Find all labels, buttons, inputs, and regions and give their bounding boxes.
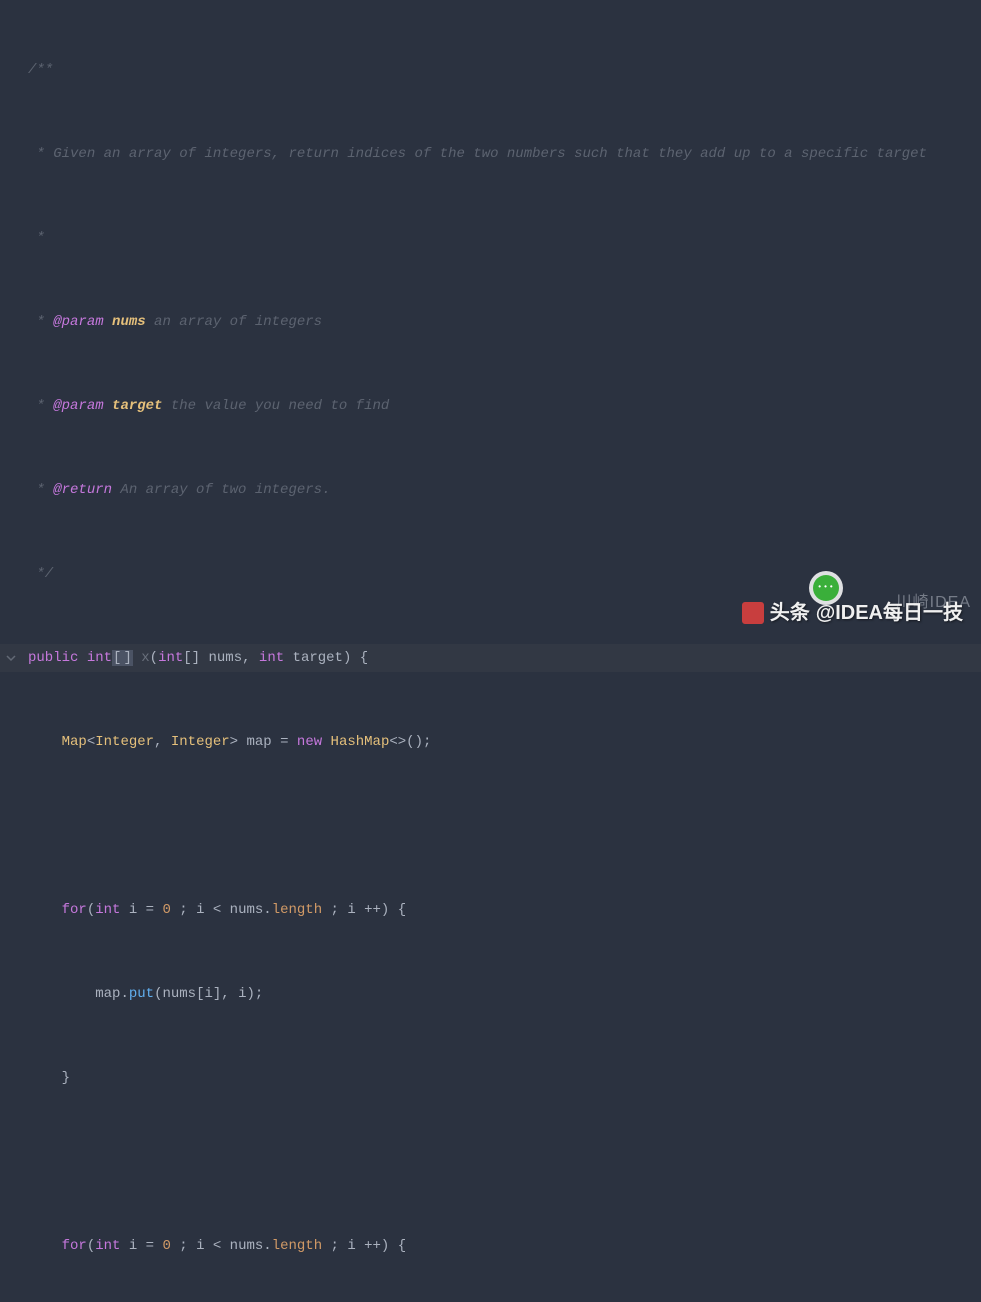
code-line: * @param target the value you need to fi… bbox=[0, 392, 981, 420]
code-editor[interactable]: /** * Given an array of integers, return… bbox=[0, 0, 981, 1302]
code-line: * @param nums an array of integers bbox=[0, 308, 981, 336]
doc-param-tag: @param bbox=[53, 398, 103, 414]
code-line: * @return An array of two integers. bbox=[0, 476, 981, 504]
watermark-logo-icon bbox=[742, 602, 764, 624]
watermark-handle: @IDEA每日一技 bbox=[816, 599, 963, 627]
bracket-match: [ bbox=[112, 650, 122, 666]
fold-icon[interactable] bbox=[6, 653, 16, 663]
code-line bbox=[0, 1148, 981, 1176]
watermark-label: 头条 bbox=[770, 599, 810, 627]
code-line bbox=[0, 812, 981, 840]
comment-start: /** bbox=[28, 62, 53, 78]
code-line: * Given an array of integers, return ind… bbox=[0, 140, 981, 168]
code-line: map.put(nums[i], i); bbox=[0, 980, 981, 1008]
code-line: /** bbox=[0, 56, 981, 84]
watermark: 头条 @IDEA每日一技 bbox=[742, 599, 963, 627]
method-name: x bbox=[133, 650, 150, 666]
code-line: for(int i = 0 ; i < nums.length ; i ++) … bbox=[0, 1232, 981, 1260]
doc-param-tag: @param bbox=[53, 314, 103, 330]
code-line: Map<Integer, Integer> map = new HashMap<… bbox=[0, 728, 981, 756]
bracket-match: ] bbox=[122, 650, 132, 666]
code-line: * bbox=[0, 224, 981, 252]
doc-return-tag: @return bbox=[53, 482, 112, 498]
code-line: for(int i = 0 ; i < nums.length ; i ++) … bbox=[0, 896, 981, 924]
comment-end: */ bbox=[28, 566, 53, 582]
code-line-current: public int[] x(int[] nums, int target) { bbox=[0, 644, 981, 672]
code-line: } bbox=[0, 1064, 981, 1092]
